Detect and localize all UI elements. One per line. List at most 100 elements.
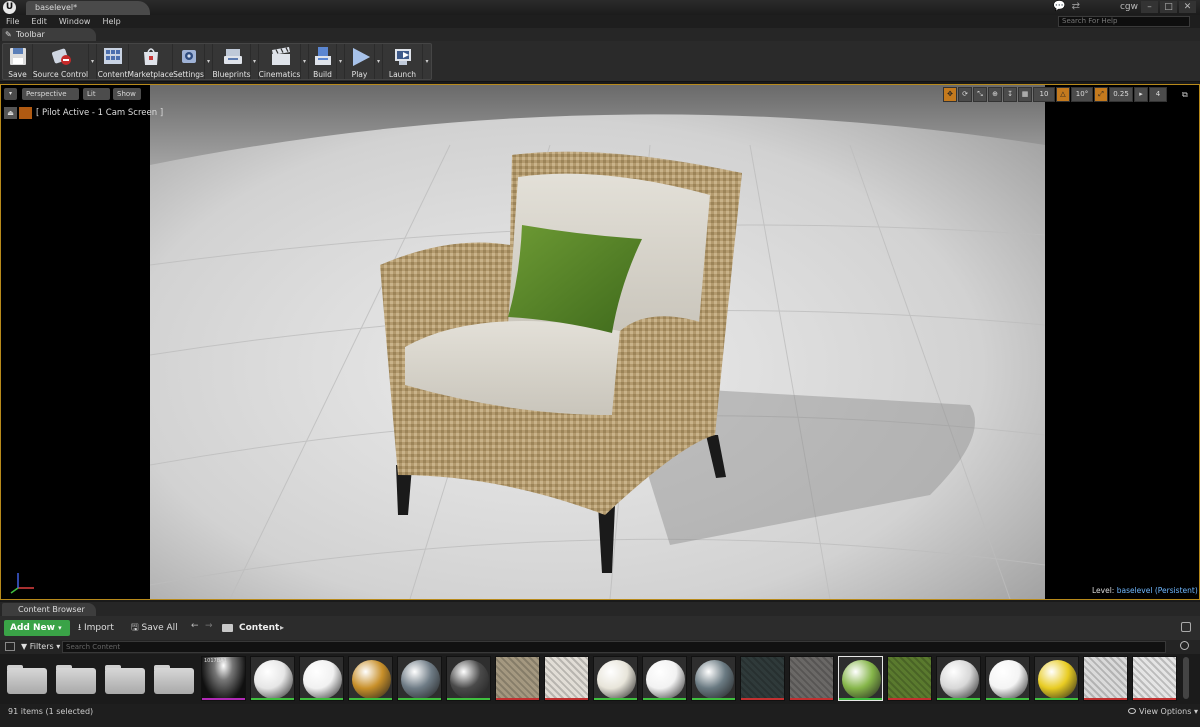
build-button[interactable]: Build xyxy=(309,44,337,79)
settings-button[interactable]: Settings xyxy=(173,44,205,79)
material-asset-tile[interactable] xyxy=(691,656,736,701)
rotation-snap-icon[interactable]: △ xyxy=(1056,87,1070,102)
build-dropdown[interactable]: ▾ xyxy=(337,44,345,79)
rotation-snap-value[interactable]: 10° xyxy=(1071,87,1093,102)
cinematics-dropdown[interactable]: ▾ xyxy=(301,44,309,79)
menu-file[interactable]: File xyxy=(6,15,31,28)
content-browser-tab[interactable]: Content Browser xyxy=(2,603,96,616)
back-arrow-icon[interactable]: ← xyxy=(191,621,199,631)
play-button[interactable]: Play xyxy=(345,44,375,79)
folder-tile[interactable] xyxy=(5,656,50,701)
source-control-button[interactable]: Source Control xyxy=(33,44,89,79)
texture-asset-tile[interactable] xyxy=(789,656,834,701)
material-asset-tile[interactable] xyxy=(250,656,295,701)
armchair-render xyxy=(150,85,1045,599)
texture-asset-tile[interactable] xyxy=(495,656,540,701)
play-dropdown[interactable]: ▾ xyxy=(375,44,383,79)
source-control-status-icon[interactable]: ⇄ xyxy=(1072,1,1080,14)
camera-speed-value[interactable]: 4 xyxy=(1149,87,1167,102)
surface-snap-icon[interactable]: ↧ xyxy=(1003,87,1017,102)
eject-icon[interactable]: ⏏ xyxy=(4,107,17,119)
minimize-button[interactable]: – xyxy=(1141,1,1158,13)
texture-asset-tile[interactable] xyxy=(887,656,932,701)
unreal-logo-icon[interactable]: U xyxy=(3,1,16,14)
rotate-mode-icon[interactable]: ⟳ xyxy=(958,87,972,102)
launch-dropdown[interactable]: ▾ xyxy=(423,44,431,79)
material-asset-tile[interactable] xyxy=(348,656,393,701)
asset-type-color-bar xyxy=(1133,698,1176,700)
folder-tile[interactable] xyxy=(152,656,197,701)
view-mode-dropdown[interactable]: Lit xyxy=(83,88,110,100)
path-breadcrumb-content[interactable]: Content xyxy=(239,620,279,636)
search-content-input[interactable]: Search Content xyxy=(62,641,1166,653)
material-asset-tile[interactable] xyxy=(446,656,491,701)
content-label: Content xyxy=(97,70,128,79)
toolbar-tab[interactable]: Toolbar xyxy=(2,28,96,41)
viewport-scene[interactable] xyxy=(150,85,1045,599)
material-sphere-thumbnail xyxy=(989,660,1028,699)
material-asset-tile[interactable] xyxy=(593,656,638,701)
folder-tile[interactable] xyxy=(54,656,99,701)
close-button[interactable]: ✕ xyxy=(1179,1,1196,13)
asset-type-color-bar xyxy=(300,698,343,700)
material-asset-tile[interactable] xyxy=(1034,656,1079,701)
marketplace-button[interactable]: Marketplace xyxy=(128,44,173,79)
source-control-label: Source Control xyxy=(32,70,89,79)
menu-help[interactable]: Help xyxy=(102,15,132,28)
wrench-icon: ✎ xyxy=(5,30,12,39)
forward-arrow-icon[interactable]: → xyxy=(205,621,213,631)
material-sphere-thumbnail xyxy=(646,660,685,699)
content-button[interactable]: Content xyxy=(97,44,129,79)
scale-snap-icon[interactable]: ⤢ xyxy=(1094,87,1108,102)
add-new-button[interactable]: Add New ▾ xyxy=(4,620,70,636)
blueprints-button[interactable]: Blueprints xyxy=(212,44,251,79)
maximize-button[interactable]: □ xyxy=(1160,1,1177,13)
material-asset-tile[interactable] xyxy=(397,656,442,701)
cinematics-button[interactable]: Cinematics xyxy=(259,44,301,79)
save-all-button[interactable]: 🖫 Save All xyxy=(131,620,178,636)
asset-type-color-bar xyxy=(202,698,245,700)
content-icon xyxy=(103,46,123,67)
material-asset-tile[interactable] xyxy=(299,656,344,701)
maximize-viewport-icon[interactable]: ⧉ xyxy=(1182,90,1188,100)
import-button[interactable]: ⭳ Import xyxy=(78,620,114,636)
lock-icon[interactable] xyxy=(1181,622,1191,632)
viewport-options-button[interactable]: ▾ xyxy=(4,88,17,100)
material-sphere-thumbnail xyxy=(352,660,391,699)
search-icon[interactable] xyxy=(1180,641,1189,650)
scale-snap-value[interactable]: 0.25 xyxy=(1109,87,1133,102)
level-document-tab[interactable]: baselevel* xyxy=(26,1,150,15)
material-asset-tile[interactable] xyxy=(936,656,981,701)
scale-mode-icon[interactable]: ⤡ xyxy=(973,87,987,102)
texture-asset-tile[interactable] xyxy=(1132,656,1177,701)
pilot-camera-icon xyxy=(19,107,32,119)
sources-panel-icon[interactable] xyxy=(5,642,15,651)
view-options-button[interactable]: View Options ▾ xyxy=(1127,707,1198,716)
source-control-dropdown[interactable]: ▾ xyxy=(89,44,97,79)
launch-button[interactable]: Launch xyxy=(383,44,423,79)
material-asset-tile[interactable] xyxy=(838,656,883,701)
camera-speed-icon[interactable]: ▸ xyxy=(1134,87,1148,102)
path-chevron-icon[interactable]: ▸ xyxy=(280,620,284,636)
filters-button[interactable]: ▼ Filters ▾ xyxy=(21,641,60,653)
menu-window[interactable]: Window xyxy=(59,15,103,28)
feedback-icon[interactable]: 💬 xyxy=(1053,1,1065,14)
world-local-icon[interactable]: ⊕ xyxy=(988,87,1002,102)
perspective-dropdown[interactable]: Perspective xyxy=(22,88,79,100)
help-search-input[interactable]: Search For Help xyxy=(1058,16,1190,27)
window-controls: – □ ✕ xyxy=(1141,1,1196,13)
grid-snap-icon[interactable]: ▦ xyxy=(1018,87,1032,102)
texture-asset-tile[interactable] xyxy=(544,656,589,701)
texture-asset-tile[interactable] xyxy=(740,656,785,701)
translate-mode-icon[interactable]: ✥ xyxy=(943,87,957,102)
folder-tile[interactable] xyxy=(103,656,148,701)
material-asset-tile[interactable] xyxy=(642,656,687,701)
material-asset-tile[interactable] xyxy=(985,656,1030,701)
menu-edit[interactable]: Edit xyxy=(31,15,59,28)
texture-asset-tile[interactable] xyxy=(1083,656,1128,701)
save-button[interactable]: Save xyxy=(3,44,33,79)
show-flags-dropdown[interactable]: Show xyxy=(113,88,141,100)
asset-scrollbar[interactable] xyxy=(1183,657,1189,699)
grid-snap-value[interactable]: 10 xyxy=(1033,87,1055,102)
texture-asset-tile[interactable]: 1017BA1 xyxy=(201,656,246,701)
